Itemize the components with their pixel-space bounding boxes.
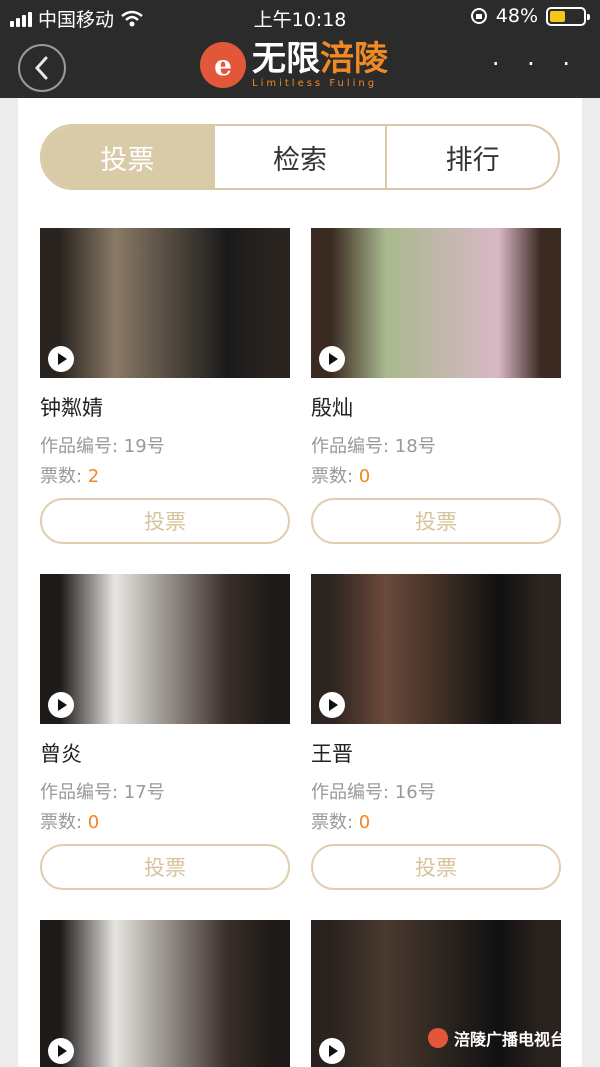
video-thumbnail[interactable]	[311, 574, 561, 724]
vote-button[interactable]: 投票	[311, 498, 561, 544]
entry-votes: 票数: 2	[40, 466, 100, 487]
play-icon[interactable]	[48, 346, 74, 372]
status-right: 48%	[470, 5, 590, 27]
watermark-text: 涪陵广播电视台	[454, 1030, 567, 1049]
app-logo: e 无限涪陵 Limitless Fuling	[200, 40, 388, 90]
video-thumbnail[interactable]	[40, 574, 290, 724]
entry-votes: 票数: 0	[40, 812, 100, 833]
logo-title-part2: 涪陵	[320, 39, 388, 79]
play-icon[interactable]	[48, 692, 74, 718]
entry-name: 殷灿	[311, 396, 353, 420]
logo-subtitle: Limitless Fuling	[252, 78, 378, 89]
vote-button[interactable]: 投票	[311, 844, 561, 890]
app-header: e 无限涪陵 Limitless Fuling · · ·	[0, 34, 600, 98]
play-icon[interactable]	[319, 346, 345, 372]
segmented-tabs: 投票 检索 排行	[40, 124, 560, 190]
tab-vote[interactable]: 投票	[42, 126, 213, 188]
tab-search[interactable]: 检索	[212, 126, 386, 188]
more-options-button[interactable]: · · ·	[492, 52, 580, 76]
logo-title-part1: 无限	[252, 39, 320, 79]
vote-count: 2	[87, 466, 100, 487]
logo-text: 无限涪陵 Limitless Fuling	[252, 40, 388, 90]
entry-name: 钟粼婧	[40, 396, 103, 420]
content-card: 投票 检索 排行 钟粼婧 作品编号: 19号 票数: 2 投票 殷灿 作品编号:…	[18, 98, 582, 1067]
broadcaster-logo-icon	[428, 1028, 448, 1048]
entry-number: 作品编号: 18号	[311, 436, 436, 457]
entry-votes: 票数: 0	[311, 466, 371, 487]
play-icon[interactable]	[319, 1038, 345, 1064]
broadcaster-watermark: 涪陵广播电视台	[428, 1026, 566, 1050]
logo-mark-icon: e	[200, 42, 246, 88]
tab-ranking[interactable]: 排行	[385, 126, 558, 188]
entry-name: 曾炎	[40, 742, 82, 766]
vote-count: 0	[87, 812, 100, 833]
video-thumbnail[interactable]	[40, 228, 290, 378]
entry-number: 作品编号: 19号	[40, 436, 165, 457]
entry-number: 作品编号: 16号	[311, 782, 436, 803]
vote-count: 0	[358, 466, 371, 487]
battery-icon	[546, 6, 590, 26]
orientation-lock-icon	[470, 8, 487, 24]
chevron-left-icon	[34, 56, 48, 80]
entry-name: 王晋	[311, 742, 353, 766]
video-thumbnail[interactable]	[311, 228, 561, 378]
entry-votes: 票数: 0	[311, 812, 371, 833]
vote-button[interactable]: 投票	[40, 498, 290, 544]
vote-count: 0	[358, 812, 371, 833]
status-bar: 中国移动 上午10:18 48%	[0, 0, 600, 34]
vote-button[interactable]: 投票	[40, 844, 290, 890]
play-icon[interactable]	[319, 692, 345, 718]
video-thumbnail[interactable]	[40, 920, 290, 1067]
back-button[interactable]	[18, 44, 66, 92]
entry-number: 作品编号: 17号	[40, 782, 165, 803]
play-icon[interactable]	[48, 1038, 74, 1064]
battery-percent: 48%	[495, 5, 538, 27]
